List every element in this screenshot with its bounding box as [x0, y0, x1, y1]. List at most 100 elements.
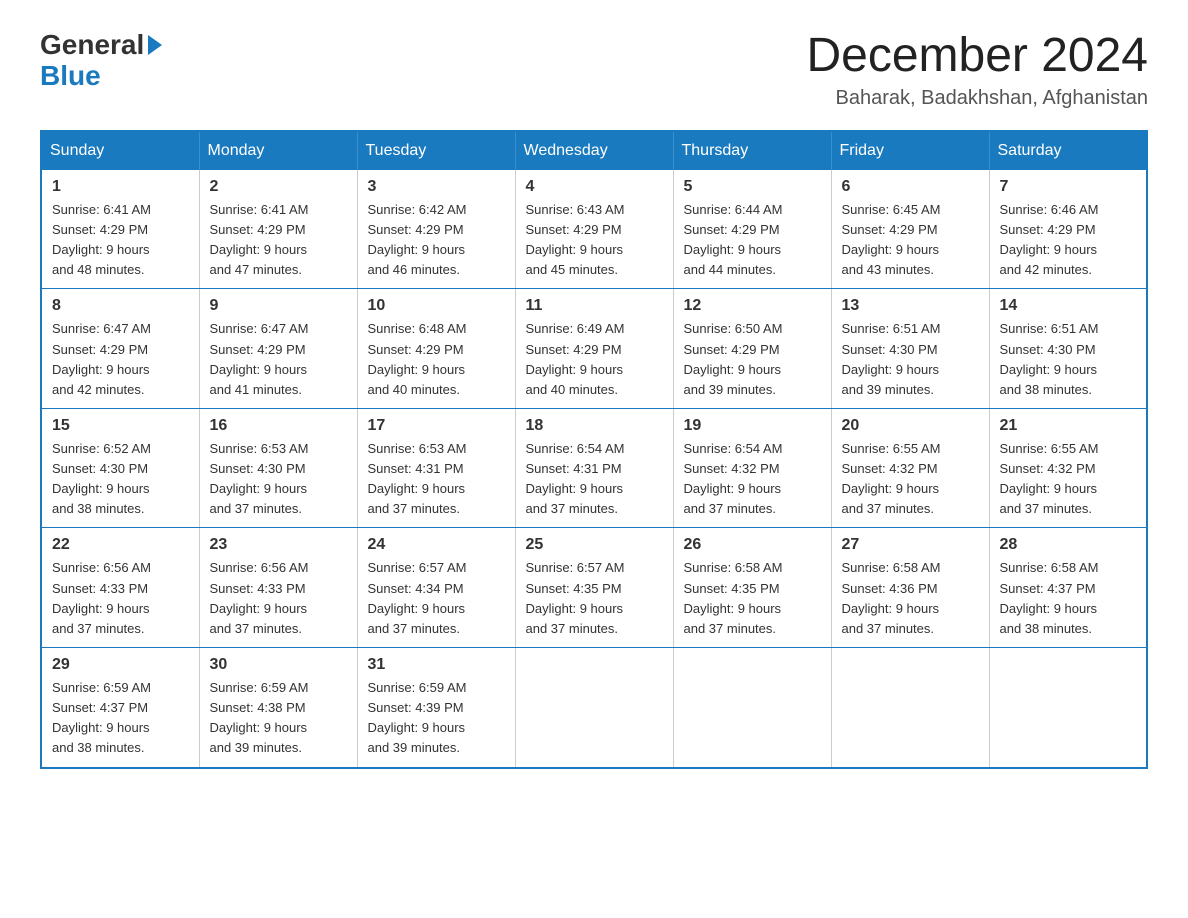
day-number: 6	[842, 178, 979, 196]
day-number: 12	[684, 297, 821, 315]
logo-arrow-icon	[148, 35, 162, 55]
day-number: 16	[210, 417, 347, 435]
day-info: Sunrise: 6:56 AM Sunset: 4:33 PM Dayligh…	[52, 558, 189, 639]
day-cell: 24 Sunrise: 6:57 AM Sunset: 4:34 PM Dayl…	[357, 528, 515, 648]
day-info: Sunrise: 6:45 AM Sunset: 4:29 PM Dayligh…	[842, 200, 979, 281]
day-number: 22	[52, 536, 189, 554]
day-info: Sunrise: 6:54 AM Sunset: 4:31 PM Dayligh…	[526, 439, 663, 520]
page-header: General Blue December 2024 Baharak, Bada…	[40, 30, 1148, 110]
calendar-week-row: 1 Sunrise: 6:41 AM Sunset: 4:29 PM Dayli…	[41, 170, 1147, 289]
day-cell: 8 Sunrise: 6:47 AM Sunset: 4:29 PM Dayli…	[41, 289, 199, 409]
day-of-week-header: Wednesday	[515, 131, 673, 170]
day-number: 17	[368, 417, 505, 435]
day-number: 15	[52, 417, 189, 435]
day-number: 26	[684, 536, 821, 554]
day-number: 31	[368, 656, 505, 674]
day-info: Sunrise: 6:55 AM Sunset: 4:32 PM Dayligh…	[1000, 439, 1137, 520]
day-info: Sunrise: 6:42 AM Sunset: 4:29 PM Dayligh…	[368, 200, 505, 281]
day-number: 3	[368, 178, 505, 196]
day-number: 9	[210, 297, 347, 315]
calendar-week-row: 15 Sunrise: 6:52 AM Sunset: 4:30 PM Dayl…	[41, 408, 1147, 528]
day-info: Sunrise: 6:58 AM Sunset: 4:36 PM Dayligh…	[842, 558, 979, 639]
day-number: 30	[210, 656, 347, 674]
day-cell: 23 Sunrise: 6:56 AM Sunset: 4:33 PM Dayl…	[199, 528, 357, 648]
day-info: Sunrise: 6:52 AM Sunset: 4:30 PM Dayligh…	[52, 439, 189, 520]
day-cell: 22 Sunrise: 6:56 AM Sunset: 4:33 PM Dayl…	[41, 528, 199, 648]
day-number: 20	[842, 417, 979, 435]
day-number: 28	[1000, 536, 1137, 554]
day-of-week-header: Sunday	[41, 131, 199, 170]
day-cell: 9 Sunrise: 6:47 AM Sunset: 4:29 PM Dayli…	[199, 289, 357, 409]
day-number: 24	[368, 536, 505, 554]
day-of-week-header: Saturday	[989, 131, 1147, 170]
day-number: 4	[526, 178, 663, 196]
day-cell: 15 Sunrise: 6:52 AM Sunset: 4:30 PM Dayl…	[41, 408, 199, 528]
day-number: 8	[52, 297, 189, 315]
day-cell: 4 Sunrise: 6:43 AM Sunset: 4:29 PM Dayli…	[515, 170, 673, 289]
day-info: Sunrise: 6:46 AM Sunset: 4:29 PM Dayligh…	[1000, 200, 1137, 281]
day-info: Sunrise: 6:53 AM Sunset: 4:30 PM Dayligh…	[210, 439, 347, 520]
day-cell: 31 Sunrise: 6:59 AM Sunset: 4:39 PM Dayl…	[357, 648, 515, 768]
day-info: Sunrise: 6:41 AM Sunset: 4:29 PM Dayligh…	[210, 200, 347, 281]
day-info: Sunrise: 6:54 AM Sunset: 4:32 PM Dayligh…	[684, 439, 821, 520]
empty-day-cell	[673, 648, 831, 768]
day-cell: 21 Sunrise: 6:55 AM Sunset: 4:32 PM Dayl…	[989, 408, 1147, 528]
day-of-week-header: Thursday	[673, 131, 831, 170]
day-info: Sunrise: 6:44 AM Sunset: 4:29 PM Dayligh…	[684, 200, 821, 281]
day-cell: 16 Sunrise: 6:53 AM Sunset: 4:30 PM Dayl…	[199, 408, 357, 528]
empty-day-cell	[831, 648, 989, 768]
day-cell: 26 Sunrise: 6:58 AM Sunset: 4:35 PM Dayl…	[673, 528, 831, 648]
day-info: Sunrise: 6:59 AM Sunset: 4:39 PM Dayligh…	[368, 678, 505, 759]
day-number: 18	[526, 417, 663, 435]
calendar-week-row: 29 Sunrise: 6:59 AM Sunset: 4:37 PM Dayl…	[41, 648, 1147, 768]
calendar-header-row: SundayMondayTuesdayWednesdayThursdayFrid…	[41, 131, 1147, 170]
location-subtitle: Baharak, Badakhshan, Afghanistan	[806, 87, 1148, 110]
day-info: Sunrise: 6:57 AM Sunset: 4:34 PM Dayligh…	[368, 558, 505, 639]
calendar-week-row: 22 Sunrise: 6:56 AM Sunset: 4:33 PM Dayl…	[41, 528, 1147, 648]
day-info: Sunrise: 6:58 AM Sunset: 4:37 PM Dayligh…	[1000, 558, 1137, 639]
month-year-title: December 2024	[806, 30, 1148, 83]
day-number: 13	[842, 297, 979, 315]
day-number: 14	[1000, 297, 1137, 315]
day-cell: 6 Sunrise: 6:45 AM Sunset: 4:29 PM Dayli…	[831, 170, 989, 289]
day-info: Sunrise: 6:53 AM Sunset: 4:31 PM Dayligh…	[368, 439, 505, 520]
day-info: Sunrise: 6:47 AM Sunset: 4:29 PM Dayligh…	[52, 319, 189, 400]
day-number: 23	[210, 536, 347, 554]
day-number: 27	[842, 536, 979, 554]
day-number: 25	[526, 536, 663, 554]
logo: General Blue	[40, 30, 162, 92]
day-number: 1	[52, 178, 189, 196]
logo-general-text: General	[40, 30, 144, 61]
day-cell: 29 Sunrise: 6:59 AM Sunset: 4:37 PM Dayl…	[41, 648, 199, 768]
day-cell: 2 Sunrise: 6:41 AM Sunset: 4:29 PM Dayli…	[199, 170, 357, 289]
day-cell: 5 Sunrise: 6:44 AM Sunset: 4:29 PM Dayli…	[673, 170, 831, 289]
day-info: Sunrise: 6:50 AM Sunset: 4:29 PM Dayligh…	[684, 319, 821, 400]
day-cell: 19 Sunrise: 6:54 AM Sunset: 4:32 PM Dayl…	[673, 408, 831, 528]
day-cell: 27 Sunrise: 6:58 AM Sunset: 4:36 PM Dayl…	[831, 528, 989, 648]
day-info: Sunrise: 6:56 AM Sunset: 4:33 PM Dayligh…	[210, 558, 347, 639]
day-number: 2	[210, 178, 347, 196]
day-info: Sunrise: 6:48 AM Sunset: 4:29 PM Dayligh…	[368, 319, 505, 400]
day-cell: 11 Sunrise: 6:49 AM Sunset: 4:29 PM Dayl…	[515, 289, 673, 409]
day-cell: 25 Sunrise: 6:57 AM Sunset: 4:35 PM Dayl…	[515, 528, 673, 648]
day-cell: 14 Sunrise: 6:51 AM Sunset: 4:30 PM Dayl…	[989, 289, 1147, 409]
day-number: 11	[526, 297, 663, 315]
day-info: Sunrise: 6:49 AM Sunset: 4:29 PM Dayligh…	[526, 319, 663, 400]
empty-day-cell	[515, 648, 673, 768]
day-number: 5	[684, 178, 821, 196]
day-info: Sunrise: 6:59 AM Sunset: 4:38 PM Dayligh…	[210, 678, 347, 759]
calendar-table: SundayMondayTuesdayWednesdayThursdayFrid…	[40, 130, 1148, 769]
day-info: Sunrise: 6:57 AM Sunset: 4:35 PM Dayligh…	[526, 558, 663, 639]
title-block: December 2024 Baharak, Badakhshan, Afgha…	[806, 30, 1148, 110]
day-number: 19	[684, 417, 821, 435]
day-number: 7	[1000, 178, 1137, 196]
day-of-week-header: Monday	[199, 131, 357, 170]
day-info: Sunrise: 6:43 AM Sunset: 4:29 PM Dayligh…	[526, 200, 663, 281]
day-cell: 30 Sunrise: 6:59 AM Sunset: 4:38 PM Dayl…	[199, 648, 357, 768]
day-of-week-header: Tuesday	[357, 131, 515, 170]
day-cell: 7 Sunrise: 6:46 AM Sunset: 4:29 PM Dayli…	[989, 170, 1147, 289]
day-cell: 1 Sunrise: 6:41 AM Sunset: 4:29 PM Dayli…	[41, 170, 199, 289]
day-cell: 13 Sunrise: 6:51 AM Sunset: 4:30 PM Dayl…	[831, 289, 989, 409]
day-of-week-header: Friday	[831, 131, 989, 170]
day-cell: 3 Sunrise: 6:42 AM Sunset: 4:29 PM Dayli…	[357, 170, 515, 289]
